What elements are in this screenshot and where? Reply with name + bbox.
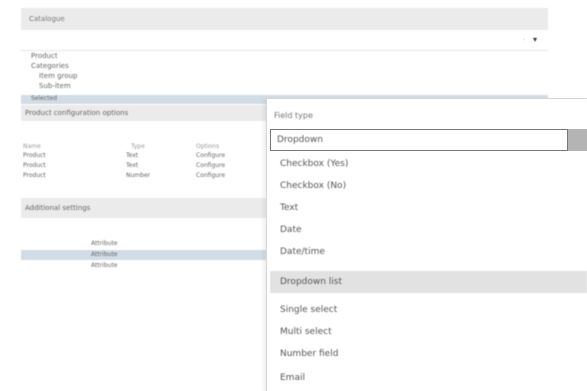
dropdown-option[interactable]: Multi select	[276, 321, 576, 343]
dropdown-option[interactable]: Text	[276, 197, 576, 219]
dropdown-option[interactable]: Date/time	[276, 241, 576, 263]
dropdown-option-highlighted[interactable]: Dropdown list	[270, 271, 587, 293]
dropdown-option[interactable]: Checkbox (No)	[276, 175, 576, 197]
dropdown-option[interactable]: Checkbox (Yes)	[276, 153, 576, 175]
dropdown-option[interactable]: Number field	[276, 343, 576, 365]
dropdown-list: Checkbox (Yes) Checkbox (No) Text Date D…	[0, 0, 587, 390]
dropdown-option[interactable]: Email	[276, 367, 576, 389]
dropdown-option[interactable]: Single select	[276, 299, 576, 321]
dropdown-option[interactable]: Date	[276, 219, 576, 241]
